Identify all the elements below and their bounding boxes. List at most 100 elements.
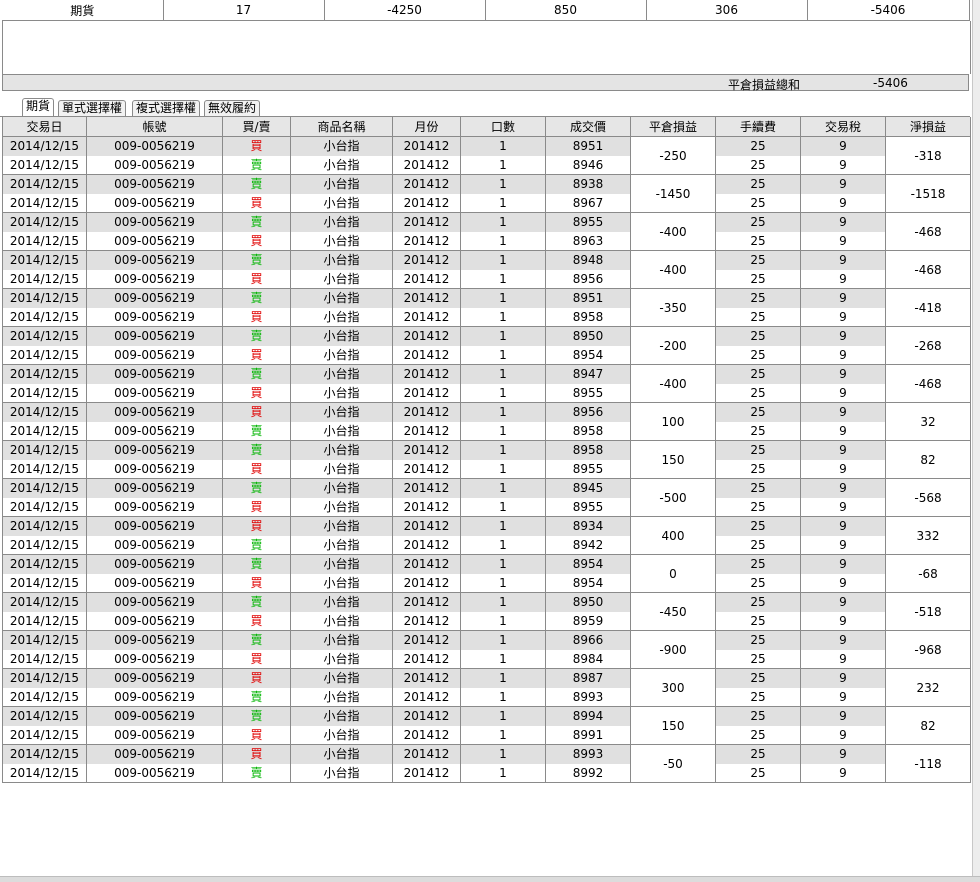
product-name-cell: 小台指 bbox=[290, 193, 393, 213]
side-cell: 買 bbox=[222, 744, 291, 764]
col-header-net-pnl[interactable]: 淨損益 bbox=[885, 117, 971, 137]
quantity-cell: 1 bbox=[460, 459, 546, 479]
trade-date-cell: 2014/12/15 bbox=[2, 554, 87, 574]
close-pnl-cell: -900 bbox=[630, 630, 716, 669]
side-cell: 賣 bbox=[222, 212, 291, 232]
col-header-month[interactable]: 月份 bbox=[392, 117, 461, 137]
fill-price-cell: 8950 bbox=[545, 592, 631, 612]
table-row[interactable]: 2014/12/15 009-0056219 買小台指 201412 1 8956 25 9 bbox=[2, 269, 971, 289]
table-row[interactable]: 2014/12/15 009-0056219 買小台指 201412 1 8963 25 9 bbox=[2, 231, 971, 251]
quantity-cell: 1 bbox=[460, 744, 546, 764]
fee-cell: 25 bbox=[715, 592, 801, 612]
net-pnl-cell: -318 bbox=[885, 136, 971, 175]
tab-combo-options[interactable]: 複式選擇權 bbox=[132, 100, 201, 116]
table-row[interactable]: 2014/12/15 009-0056219 買小台指 201412 1 8958 25 9 bbox=[2, 307, 971, 327]
table-row[interactable]: 2014/12/15 009-0056219 買小台指 201412 1 8954 25 9 bbox=[2, 345, 971, 365]
side-cell: 賣 bbox=[222, 250, 291, 270]
trade-date-cell: 2014/12/15 bbox=[2, 421, 87, 441]
account-cell: 009-0056219 bbox=[86, 136, 223, 156]
col-header-side[interactable]: 買/賣 bbox=[222, 117, 291, 137]
tax-cell: 9 bbox=[800, 554, 886, 574]
quantity-cell: 1 bbox=[460, 763, 546, 783]
tab-single-options[interactable]: 單式選擇權 bbox=[58, 100, 127, 116]
table-row[interactable]: 2014/12/15 009-0056219 買小台指 201412 1 8991 25 9 bbox=[2, 725, 971, 745]
tab-invalid-exercise[interactable]: 無效履約 bbox=[204, 100, 261, 116]
col-header-close-pnl[interactable]: 平倉損益 bbox=[630, 117, 716, 137]
col-header-date[interactable]: 交易日 bbox=[2, 117, 87, 137]
table-row[interactable]: 2014/12/15 009-0056219 賣小台指 201412 1 8951 -350… bbox=[2, 288, 971, 327]
table-row[interactable]: 2014/12/15 009-0056219 買小台指 201412 1 8967 25 9 bbox=[2, 193, 971, 213]
summary-value-4: -5406 bbox=[807, 0, 970, 21]
account-cell: 009-0056219 bbox=[86, 535, 223, 555]
table-row[interactable]: 2014/12/15 009-0056219 買小台指 201412 1 8955 25 9 bbox=[2, 459, 971, 479]
table-row[interactable]: 2014/12/15 009-0056219 賣小台指 201412 1 8955 -400… bbox=[2, 212, 971, 251]
table-row[interactable]: 2014/12/15 009-0056219 賣小台指 201412 1 8954 0 25 9… bbox=[2, 554, 971, 593]
table-row[interactable]: 2014/12/15 009-0056219 賣小台指 201412 1 8992 25 9 bbox=[2, 763, 971, 783]
col-header-qty[interactable]: 口數 bbox=[460, 117, 546, 137]
product-name-cell: 小台指 bbox=[290, 212, 393, 232]
product-name-cell: 小台指 bbox=[290, 630, 393, 650]
tax-cell: 9 bbox=[800, 573, 886, 593]
table-row[interactable]: 2014/12/15 009-0056219 買小台指 201412 1 8955 25 9 bbox=[2, 383, 971, 403]
col-header-price[interactable]: 成交價 bbox=[545, 117, 631, 137]
table-row[interactable]: 2014/12/15 009-0056219 賣小台指 201412 1 8993 25 9 bbox=[2, 687, 971, 707]
table-row[interactable]: 2014/12/15 009-0056219 賣小台指 201412 1 8950 -200… bbox=[2, 326, 971, 365]
col-header-account[interactable]: 帳號 bbox=[86, 117, 223, 137]
table-row[interactable]: 2014/12/15 009-0056219 買小台指 201412 1 8987 300 2… bbox=[2, 668, 971, 707]
table-row[interactable]: 2014/12/15 009-0056219 買小台指 201412 1 8959 25 9 bbox=[2, 611, 971, 631]
side-cell: 賣 bbox=[222, 288, 291, 308]
table-row[interactable]: 2014/12/15 009-0056219 賣小台指 201412 1 8942 25 9 bbox=[2, 535, 971, 555]
trade-date-cell: 2014/12/15 bbox=[2, 687, 87, 707]
tab-futures[interactable]: 期貨 bbox=[22, 98, 55, 116]
table-row[interactable]: 2014/12/15 009-0056219 賣小台指 201412 1 8966 -900… bbox=[2, 630, 971, 669]
tax-cell: 9 bbox=[800, 402, 886, 422]
contract-month-cell: 201412 bbox=[392, 763, 461, 783]
contract-month-cell: 201412 bbox=[392, 402, 461, 422]
account-cell: 009-0056219 bbox=[86, 554, 223, 574]
contract-month-cell: 201412 bbox=[392, 288, 461, 308]
table-row[interactable]: 2014/12/15 009-0056219 賣小台指 201412 1 8958 25 9 bbox=[2, 421, 971, 441]
table-row[interactable]: 2014/12/15 009-0056219 賣小台指 201412 1 8950 -450… bbox=[2, 592, 971, 631]
trade-date-cell: 2014/12/15 bbox=[2, 231, 87, 251]
net-pnl-cell: -68 bbox=[885, 554, 971, 593]
table-row[interactable]: 2014/12/15 009-0056219 買小台指 201412 1 8951 -250… bbox=[2, 136, 971, 175]
table-row[interactable]: 2014/12/15 009-0056219 買小台指 201412 1 8954 25 9 bbox=[2, 573, 971, 593]
trade-date-cell: 2014/12/15 bbox=[2, 250, 87, 270]
table-row[interactable]: 2014/12/15 009-0056219 賣小台指 201412 1 8958 150 2… bbox=[2, 440, 971, 479]
vertical-scrollbar[interactable] bbox=[972, 0, 980, 881]
side-cell: 買 bbox=[222, 516, 291, 536]
table-row[interactable]: 2014/12/15 009-0056219 買小台指 201412 1 8956 100 2… bbox=[2, 402, 971, 441]
fee-cell: 25 bbox=[715, 231, 801, 251]
col-header-product[interactable]: 商品名稱 bbox=[290, 117, 393, 137]
side-cell: 買 bbox=[222, 136, 291, 156]
table-row[interactable]: 2014/12/15 009-0056219 賣小台指 201412 1 8947 -400… bbox=[2, 364, 971, 403]
table-row[interactable]: 2014/12/15 009-0056219 賣小台指 201412 1 8948 -400… bbox=[2, 250, 971, 289]
side-cell: 賣 bbox=[222, 630, 291, 650]
trade-date-cell: 2014/12/15 bbox=[2, 516, 87, 536]
fill-price-cell: 8967 bbox=[545, 193, 631, 213]
account-cell: 009-0056219 bbox=[86, 345, 223, 365]
table-row[interactable]: 2014/12/15 009-0056219 賣小台指 201412 1 8994 150 2… bbox=[2, 706, 971, 745]
tax-cell: 9 bbox=[800, 383, 886, 403]
table-row[interactable]: 2014/12/15 009-0056219 買小台指 201412 1 8984 25 9 bbox=[2, 649, 971, 669]
fee-cell: 25 bbox=[715, 744, 801, 764]
side-cell: 賣 bbox=[222, 364, 291, 384]
close-pnl-cell: 150 bbox=[630, 440, 716, 479]
table-row[interactable]: 2014/12/15 009-0056219 賣小台指 201412 1 8946 25 9 bbox=[2, 155, 971, 175]
table-row[interactable]: 2014/12/15 009-0056219 買小台指 201412 1 8993 -50 2… bbox=[2, 744, 971, 783]
fill-price-cell: 8954 bbox=[545, 573, 631, 593]
close-pnl-cell: -350 bbox=[630, 288, 716, 327]
table-row[interactable]: 2014/12/15 009-0056219 買小台指 201412 1 8934 400 2… bbox=[2, 516, 971, 555]
close-pnl-cell: 300 bbox=[630, 668, 716, 707]
tax-cell: 9 bbox=[800, 288, 886, 308]
tax-cell: 9 bbox=[800, 478, 886, 498]
table-row[interactable]: 2014/12/15 009-0056219 賣小台指 201412 1 8945 -500… bbox=[2, 478, 971, 517]
col-header-fee[interactable]: 手續費 bbox=[715, 117, 801, 137]
table-row[interactable]: 2014/12/15 009-0056219 賣小台指 201412 1 8938 -145… bbox=[2, 174, 971, 213]
contract-month-cell: 201412 bbox=[392, 326, 461, 346]
total-bar: 平倉損益總和 -5406 bbox=[2, 74, 969, 92]
col-header-tax[interactable]: 交易稅 bbox=[800, 117, 886, 137]
side-cell: 賣 bbox=[222, 706, 291, 726]
side-cell: 買 bbox=[222, 725, 291, 745]
table-row[interactable]: 2014/12/15 009-0056219 買小台指 201412 1 8955 25 9 bbox=[2, 497, 971, 517]
